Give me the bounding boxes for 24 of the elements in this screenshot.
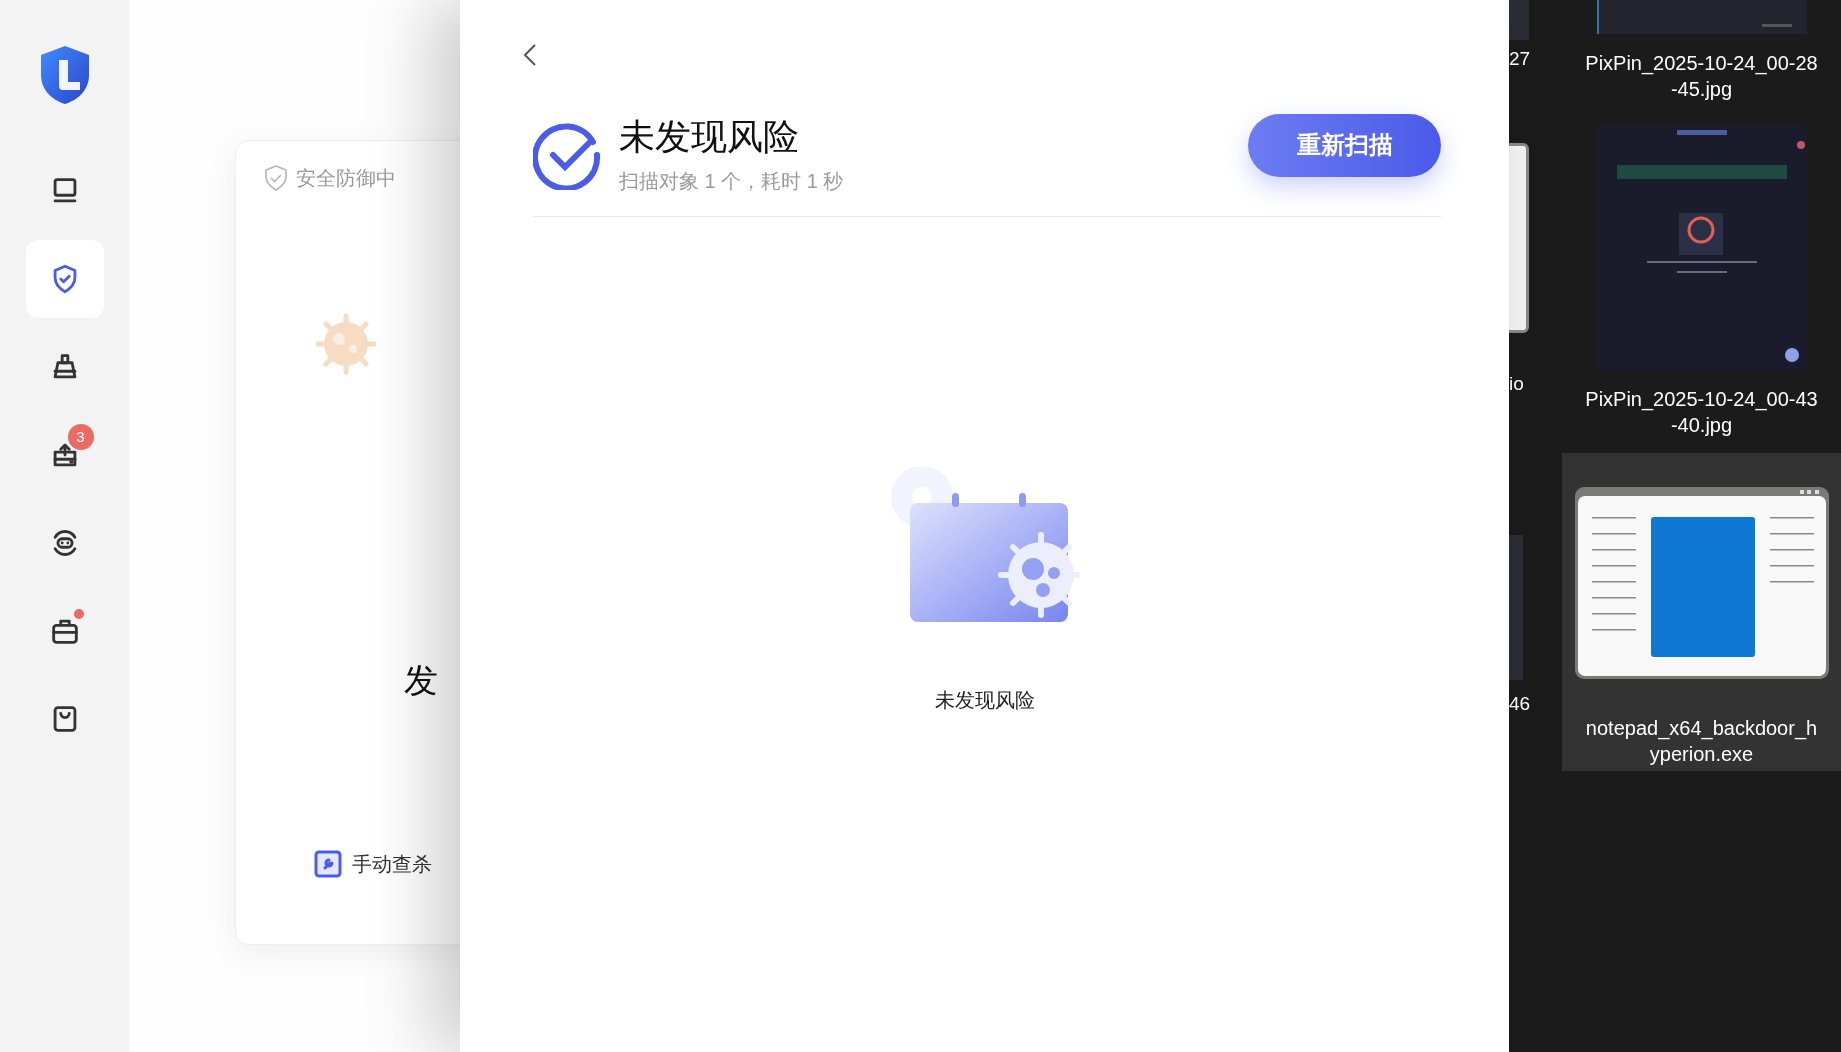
file-name: notepad_x64_backdoor_hyperion.exe — [1584, 716, 1819, 767]
file-label: 27 — [1509, 48, 1532, 70]
empty-state-message: 未发现风险 — [934, 688, 1035, 713]
result-title: 未发现风险 — [619, 115, 800, 159]
file-thumbnail — [1509, 0, 1529, 40]
scan-summary: 扫描对象 1 个，耗时 1 秒 — [619, 169, 844, 194]
card-headline: 发 — [404, 660, 438, 701]
file-label: io — [1509, 373, 1525, 395]
window-app-icon — [1574, 487, 1829, 679]
shield-check-icon — [264, 165, 288, 191]
rescan-button[interactable]: 重新扫描 — [1248, 113, 1441, 177]
desktop-file[interactable]: PixPin_2025-10-24_00-43-40.jpg — [1562, 125, 1841, 445]
wrench-icon — [314, 850, 342, 878]
desktop-file[interactable]: PixPin_2025-10-24_00-28-45.jpg — [1562, 0, 1841, 117]
file-name: PixPin_2025-10-24_00-28-45.jpg — [1584, 51, 1819, 102]
file-name: PixPin_2025-10-24_00-43-40.jpg — [1584, 387, 1819, 438]
back-icon — [523, 43, 537, 67]
manual-scan-button[interactable]: 手动查杀 — [314, 849, 432, 879]
notification-badge: 3 — [67, 424, 94, 450]
protection-status: 安全防御中 — [296, 166, 396, 191]
check-circle-icon — [533, 120, 603, 190]
desktop-file[interactable]: notepad_x64_backdoor_hyperion.exe — [1562, 453, 1841, 771]
file-label: 46 — [1509, 693, 1532, 715]
sidebar-item[interactable] — [25, 240, 104, 318]
